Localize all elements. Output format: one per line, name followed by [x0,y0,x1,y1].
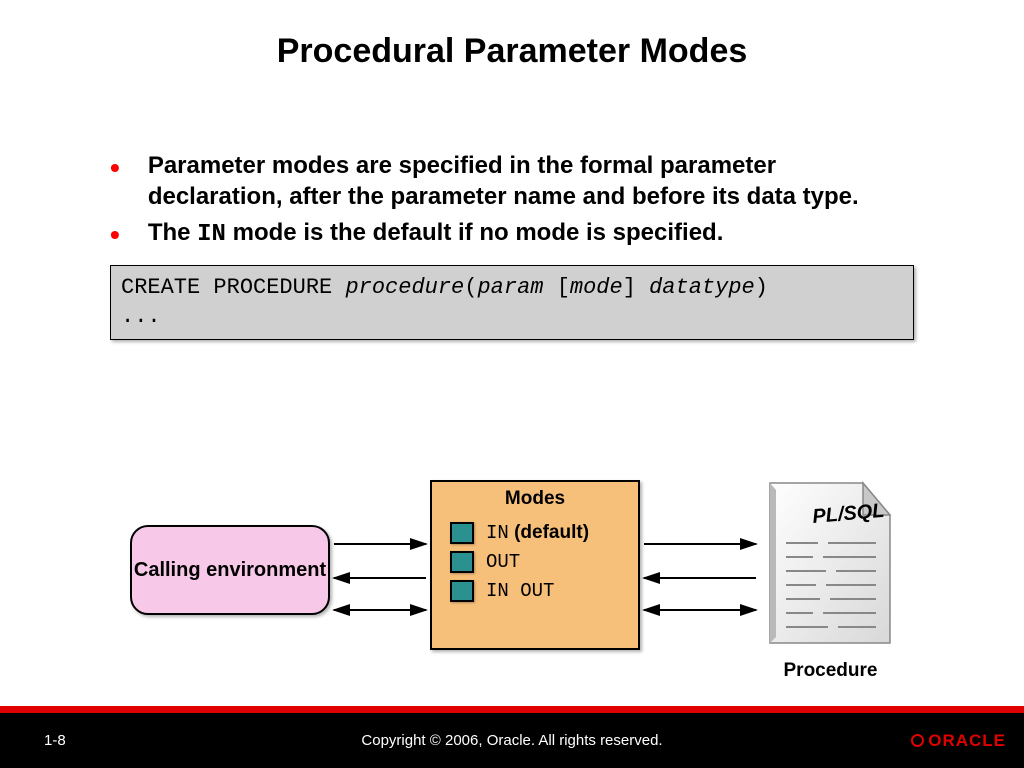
footer-red-bar [0,706,1024,713]
mode-code: OUT [486,551,520,573]
code-punct: [ [557,275,570,300]
bullet-list: • Parameter modes are specified in the f… [110,151,914,251]
footer: 1-8 Copyright © 2006, Oracle. All rights… [0,713,1024,768]
code-punct: ] [623,275,649,300]
bullet-item: • The IN mode is the default if no mode … [110,218,914,251]
bullet-text: Parameter modes are specified in the for… [148,151,914,212]
modes-title: Modes [432,488,638,510]
code-variable: datatype [649,275,755,300]
plsql-document-icon: PL/SQL [758,475,903,650]
mode-row-out: OUT [450,551,638,573]
copyright-text: Copyright © 2006, Oracle. All rights res… [0,732,1024,749]
bullet-item: • Parameter modes are specified in the f… [110,151,914,212]
code-space [543,275,556,300]
text-fragment: The [148,219,197,246]
mode-code: IN OUT [486,580,554,602]
mode-swatch-icon [450,551,474,573]
procedure-label: Procedure [758,660,903,682]
mode-note: (default) [509,522,589,543]
oracle-dot-icon [911,734,924,747]
mode-row-inout: IN OUT [450,580,638,602]
mode-code: IN [486,522,509,544]
code-fragment: IN [197,221,226,248]
code-variable: procedure [345,275,464,300]
code-example: CREATE PROCEDURE procedure(param [mode] … [110,265,914,340]
bullet-dot-icon: • [110,221,120,249]
slide-title: Procedural Parameter Modes [0,0,1024,71]
oracle-brand-text: ORACLE [928,731,1006,751]
code-variable: mode [570,275,623,300]
page-number: 1-8 [44,732,66,749]
code-variable: param [477,275,543,300]
mode-swatch-icon [450,580,474,602]
calling-environment-box: Calling environment [130,525,330,615]
diagram: Calling environment Modes IN (default) O… [0,470,1024,700]
mode-swatch-icon [450,522,474,544]
code-punct: ) [755,275,768,300]
code-ellipsis: ... [121,304,161,329]
code-keyword: CREATE PROCEDURE [121,275,345,300]
mode-row-in: IN (default) [450,522,638,544]
bullet-dot-icon: • [110,154,120,182]
text-fragment: mode is the default if no mode is specif… [226,219,723,246]
bullet-text: The IN mode is the default if no mode is… [148,218,914,251]
oracle-logo: ORACLE [911,731,1006,751]
calling-label: Calling environment [134,558,326,582]
code-punct: ( [464,275,477,300]
modes-box: Modes IN (default) OUT IN OUT [430,480,640,650]
